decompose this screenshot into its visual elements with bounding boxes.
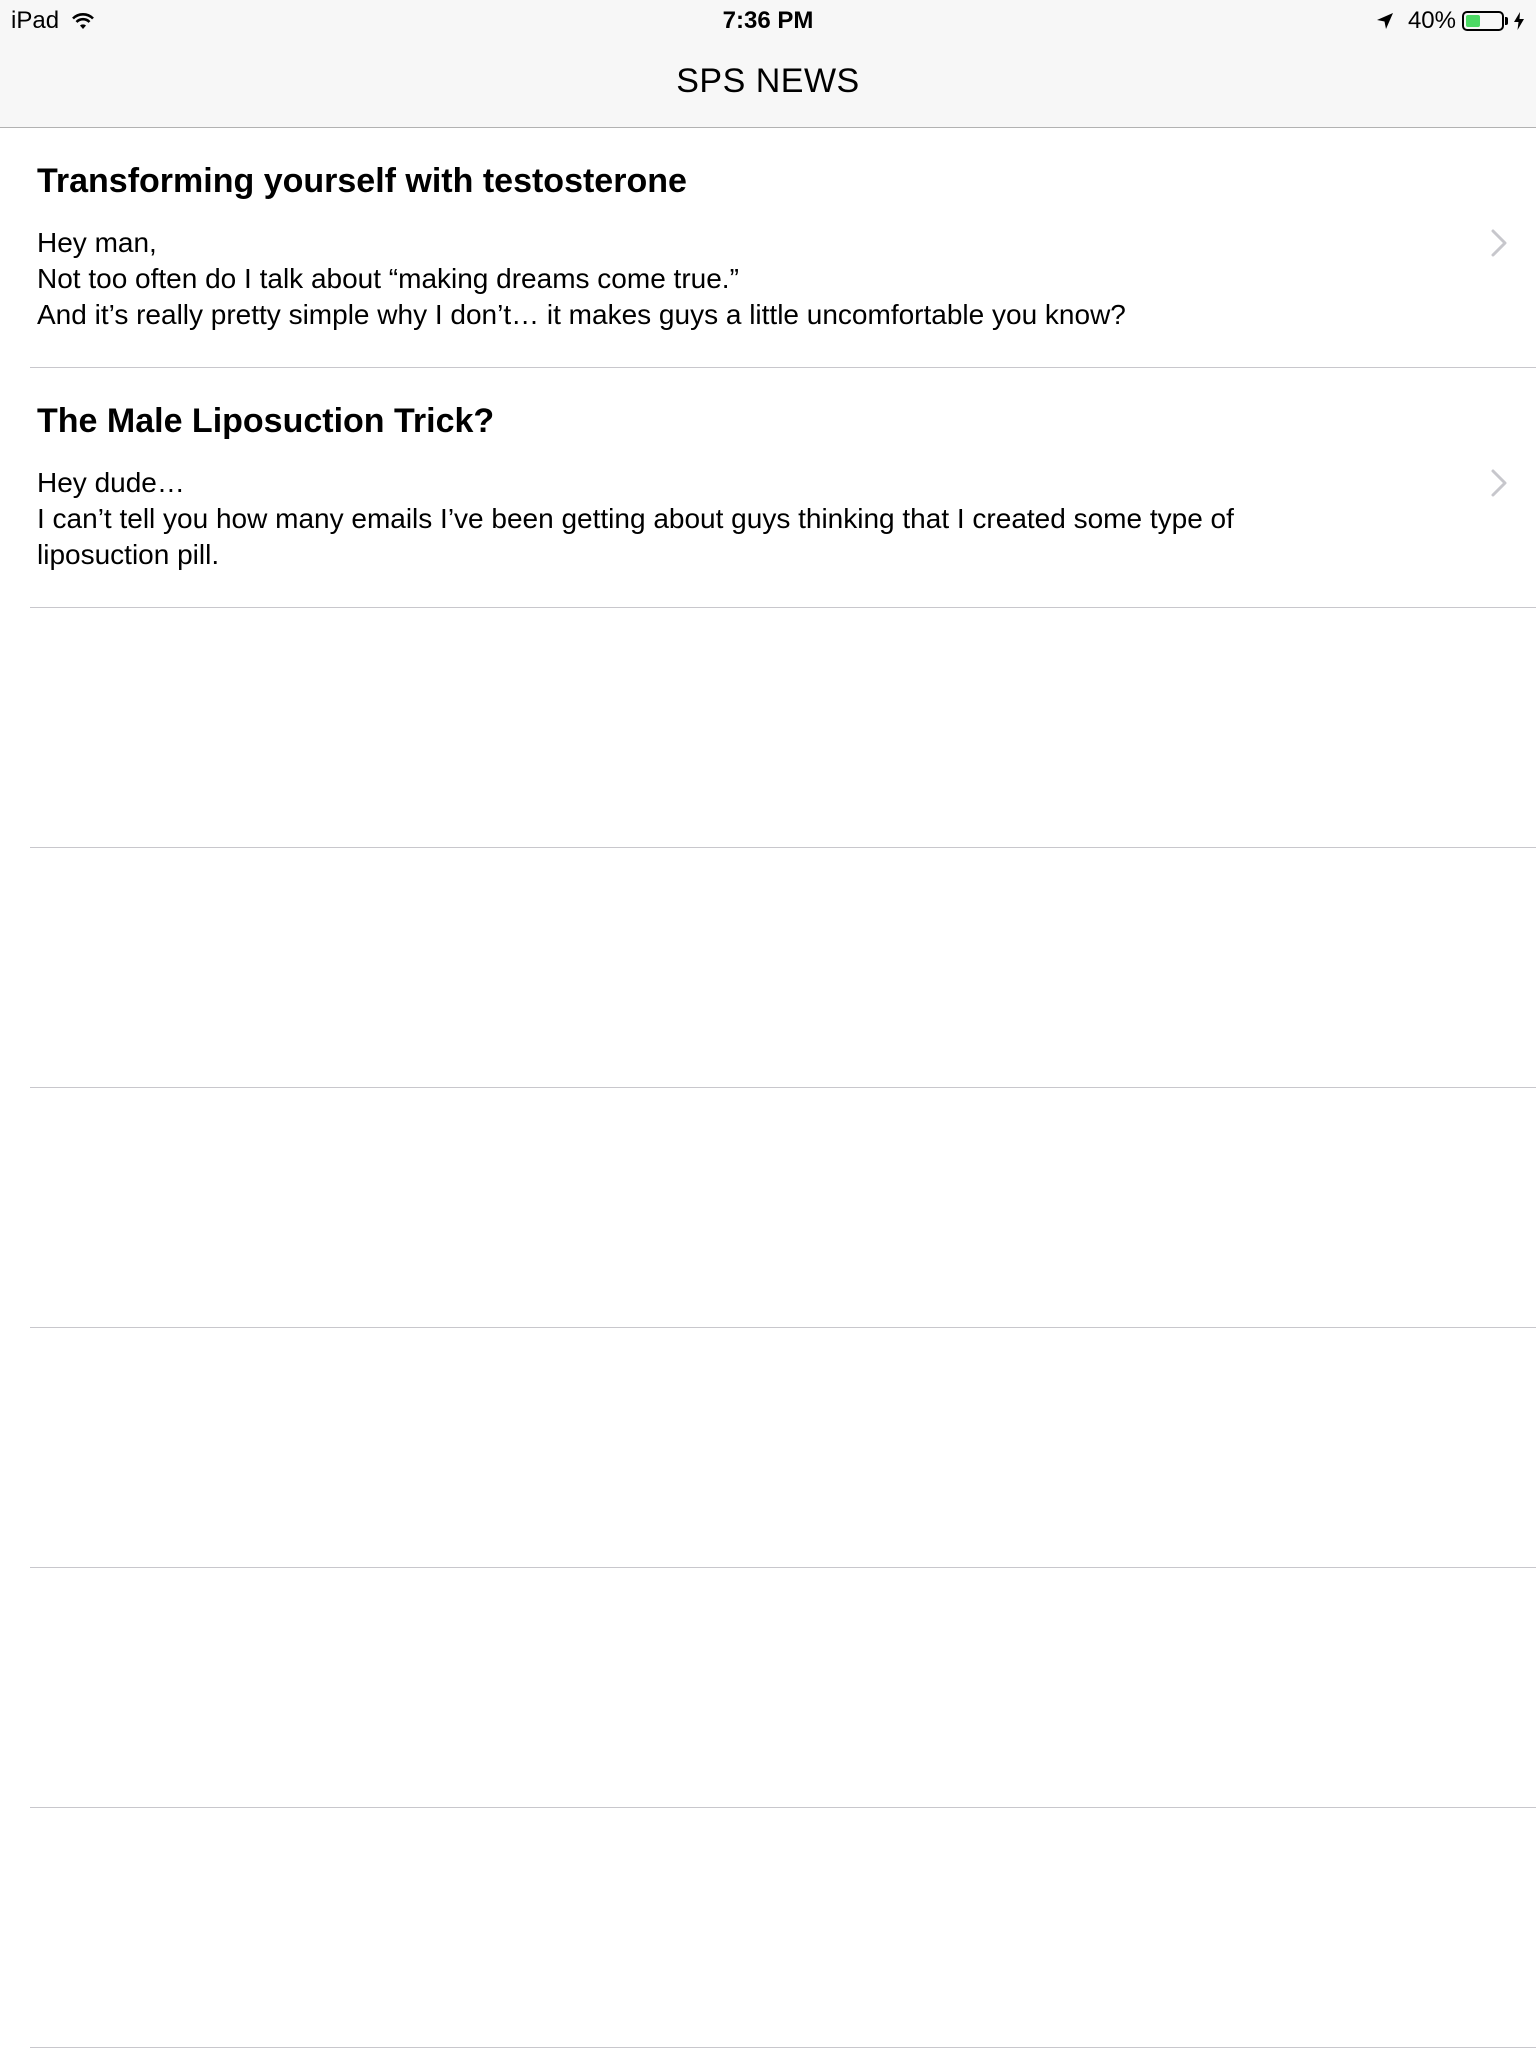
list-item[interactable]: Transforming yourself with testosterone …: [0, 128, 1536, 368]
battery-tip: [1505, 17, 1508, 25]
chevron-right-icon: [1491, 229, 1507, 257]
empty-row: [0, 1328, 1536, 1568]
article-preview-line: Not too often do I talk about “making dr…: [37, 263, 739, 294]
article-title: The Male Liposuction Trick?: [37, 402, 495, 440]
article-title: Transforming yourself with testosterone: [37, 162, 687, 200]
empty-row: [0, 1808, 1536, 2048]
page-title: SPS NEWS: [676, 62, 860, 100]
location-arrow-icon: [1376, 12, 1394, 30]
article-preview: Hey man, Not too often do I talk about “…: [37, 225, 1417, 333]
status-time: 7:36 PM: [722, 7, 814, 34]
article-preview-line: Hey dude…: [37, 467, 185, 498]
article-preview: Hey dude… I can’t tell you how many emai…: [37, 465, 1417, 573]
article-preview-line: liposuction pill.: [37, 539, 220, 570]
battery-icon: [1462, 11, 1504, 31]
empty-row: [0, 848, 1536, 1088]
news-list: Transforming yourself with testosterone …: [0, 128, 1536, 2048]
empty-row: [0, 1088, 1536, 1328]
article-preview-line: Hey man,: [37, 227, 157, 258]
article-preview-line: And it’s really pretty simple why I don’…: [37, 299, 1126, 330]
status-right: 40%: [1376, 6, 1524, 36]
empty-row: [0, 1568, 1536, 1808]
chevron-right-icon: [1491, 469, 1507, 497]
battery-fill: [1466, 15, 1480, 27]
empty-row: [0, 608, 1536, 848]
article-preview-line: I can’t tell you how many emails I’ve be…: [37, 503, 1234, 534]
battery-percent: 40%: [1407, 7, 1456, 34]
status-bar: iPad 7:36 PM 40%: [0, 0, 1536, 40]
charging-bolt-icon: [1514, 12, 1524, 30]
list-item[interactable]: The Male Liposuction Trick? Hey dude… I …: [0, 368, 1536, 608]
navigation-bar: SPS NEWS: [0, 40, 1536, 128]
